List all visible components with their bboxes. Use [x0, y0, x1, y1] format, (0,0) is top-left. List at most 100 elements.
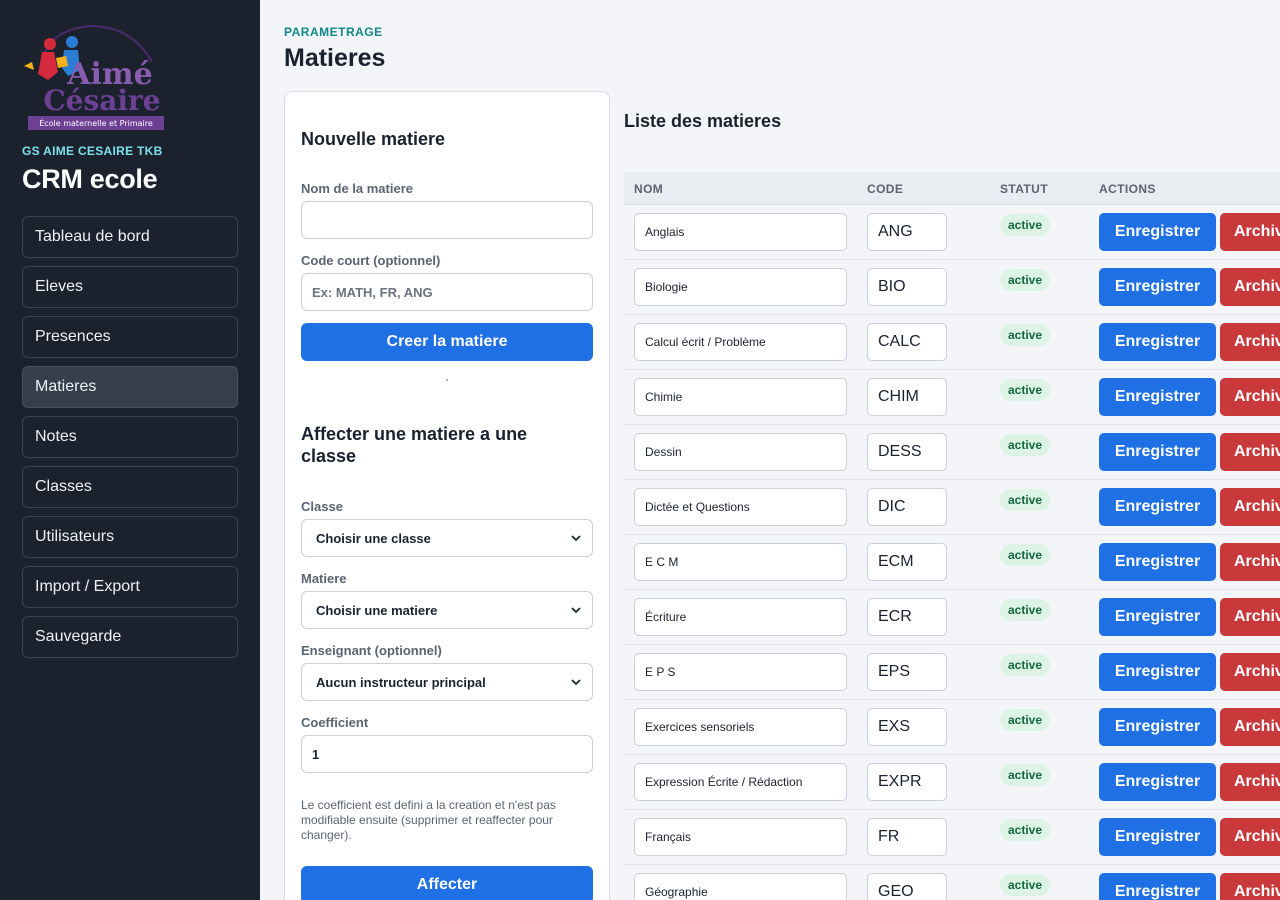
- sidebar-item-notes[interactable]: Notes: [22, 416, 238, 458]
- table-row: active EnregistrerArchiver: [624, 315, 1280, 370]
- sidebar-item-classes[interactable]: Classes: [22, 466, 238, 508]
- status-badge: active: [1000, 489, 1051, 511]
- code-label: Code court (optionnel): [301, 253, 441, 268]
- table-row: active EnregistrerArchiver: [624, 590, 1280, 645]
- save-button[interactable]: Enregistrer: [1099, 708, 1216, 746]
- table-row: active EnregistrerArchiver: [624, 205, 1280, 260]
- assign-button[interactable]: Affecter: [301, 866, 593, 900]
- archive-button[interactable]: Archiver: [1220, 763, 1280, 801]
- create-subject-button[interactable]: Creer la matiere: [301, 323, 593, 361]
- subject-code-field[interactable]: [867, 433, 947, 471]
- sidebar-item-import-export[interactable]: Import / Export: [22, 566, 238, 608]
- assign-form-title: Affecter une matiere a une classe: [301, 424, 528, 466]
- sidebar-item-matieres[interactable]: Matieres: [22, 366, 238, 408]
- subject-name-field[interactable]: [634, 873, 847, 900]
- subject-name-field[interactable]: [634, 543, 847, 581]
- archive-button[interactable]: Archiver: [1220, 598, 1280, 636]
- subject-code-field[interactable]: [867, 653, 947, 691]
- archive-button[interactable]: Archiver: [1220, 268, 1280, 306]
- table-row: active EnregistrerArchiver: [624, 535, 1280, 590]
- column-header-name: NOM: [634, 182, 664, 196]
- subject-name-field[interactable]: [634, 653, 847, 691]
- subject-code-field[interactable]: [867, 598, 947, 636]
- sidebar-item-tableau-de-bord[interactable]: Tableau de bord: [22, 216, 238, 258]
- subject-code-field[interactable]: [867, 818, 947, 856]
- status-badge: active: [1000, 269, 1051, 291]
- subject-name-field[interactable]: [634, 378, 847, 416]
- archive-button[interactable]: Archiver: [1220, 378, 1280, 416]
- app-title: CRM ecole: [22, 164, 158, 194]
- save-button[interactable]: Enregistrer: [1099, 543, 1216, 581]
- teacher-select[interactable]: Aucun instructeur principal: [301, 663, 593, 701]
- subject-code-field[interactable]: [867, 268, 947, 306]
- save-button[interactable]: Enregistrer: [1099, 213, 1216, 251]
- sidebar-item-presences[interactable]: Presences: [22, 316, 238, 358]
- subject-code-field[interactable]: [867, 543, 947, 581]
- subject-name-field[interactable]: [634, 268, 847, 306]
- subject-code-field[interactable]: [867, 873, 947, 900]
- subject-name-field[interactable]: [634, 708, 847, 746]
- section-eyebrow: PARAMETRAGE: [284, 25, 383, 39]
- status-badge: active: [1000, 434, 1051, 456]
- class-select[interactable]: Choisir une classe: [301, 519, 593, 557]
- teacher-label: Enseignant (optionnel): [301, 643, 442, 658]
- save-button[interactable]: Enregistrer: [1099, 653, 1216, 691]
- save-button[interactable]: Enregistrer: [1099, 433, 1216, 471]
- subject-name-field[interactable]: [634, 488, 847, 526]
- status-badge: active: [1000, 599, 1051, 621]
- archive-button[interactable]: Archiver: [1220, 708, 1280, 746]
- subject-code-field[interactable]: [867, 488, 947, 526]
- subject-code-field[interactable]: [867, 708, 947, 746]
- archive-button[interactable]: Archiver: [1220, 213, 1280, 251]
- subject-code-field[interactable]: [867, 323, 947, 361]
- table-row: active EnregistrerArchiver: [624, 260, 1280, 315]
- subject-name-input[interactable]: [301, 201, 593, 239]
- archive-button[interactable]: Archiver: [1220, 433, 1280, 471]
- subject-code-field[interactable]: [867, 378, 947, 416]
- subject-name-field[interactable]: [634, 763, 847, 801]
- save-button[interactable]: Enregistrer: [1099, 323, 1216, 361]
- save-button[interactable]: Enregistrer: [1099, 818, 1216, 856]
- save-button[interactable]: Enregistrer: [1099, 378, 1216, 416]
- sidebar-item-eleves[interactable]: Eleves: [22, 266, 238, 308]
- archive-button[interactable]: Archiver: [1220, 488, 1280, 526]
- column-header-actions: ACTIONS: [1099, 182, 1156, 196]
- archive-button[interactable]: Archiver: [1220, 543, 1280, 581]
- list-title: Liste des matieres: [624, 111, 782, 131]
- page-title: Matieres: [284, 44, 386, 72]
- archive-button[interactable]: Archiver: [1220, 653, 1280, 691]
- subject-code-field[interactable]: [867, 213, 947, 251]
- sidebar-item-utilisateurs[interactable]: Utilisateurs: [22, 516, 238, 558]
- subject-code-input[interactable]: [301, 273, 593, 311]
- archive-button[interactable]: Archiver: [1220, 873, 1280, 900]
- subject-name-field[interactable]: [634, 598, 847, 636]
- column-header-code: CODE: [867, 182, 904, 196]
- status-badge: active: [1000, 379, 1051, 401]
- save-button[interactable]: Enregistrer: [1099, 598, 1216, 636]
- chevron-down-icon: [571, 535, 581, 542]
- save-button[interactable]: Enregistrer: [1099, 873, 1216, 900]
- table-header: NOM CODE STATUT ACTIONS: [624, 172, 1280, 205]
- status-badge: active: [1000, 874, 1051, 896]
- subject-select[interactable]: Choisir une matiere: [301, 591, 593, 629]
- coefficient-input[interactable]: [301, 735, 593, 773]
- table-row: active EnregistrerArchiver: [624, 865, 1280, 900]
- table-row: active EnregistrerArchiver: [624, 755, 1280, 810]
- organization-name: GS AIME CESAIRE TKB: [22, 144, 163, 158]
- subject-name-field[interactable]: [634, 433, 847, 471]
- save-button[interactable]: Enregistrer: [1099, 763, 1216, 801]
- save-button[interactable]: Enregistrer: [1099, 488, 1216, 526]
- archive-button[interactable]: Archiver: [1220, 818, 1280, 856]
- subject-name-field[interactable]: [634, 323, 847, 361]
- subject-name-field[interactable]: [634, 818, 847, 856]
- save-button[interactable]: Enregistrer: [1099, 268, 1216, 306]
- teacher-select-value: Aucun instructeur principal: [316, 674, 486, 690]
- subject-code-field[interactable]: [867, 763, 947, 801]
- class-select-value: Choisir une classe: [316, 530, 431, 546]
- table-row: active EnregistrerArchiver: [624, 645, 1280, 700]
- sidebar-item-sauvegarde[interactable]: Sauvegarde: [22, 616, 238, 658]
- sidebar-nav: Tableau de bord Eleves Presences Matiere…: [22, 216, 238, 666]
- subject-name-field[interactable]: [634, 213, 847, 251]
- status-badge: active: [1000, 544, 1051, 566]
- archive-button[interactable]: Archiver: [1220, 323, 1280, 361]
